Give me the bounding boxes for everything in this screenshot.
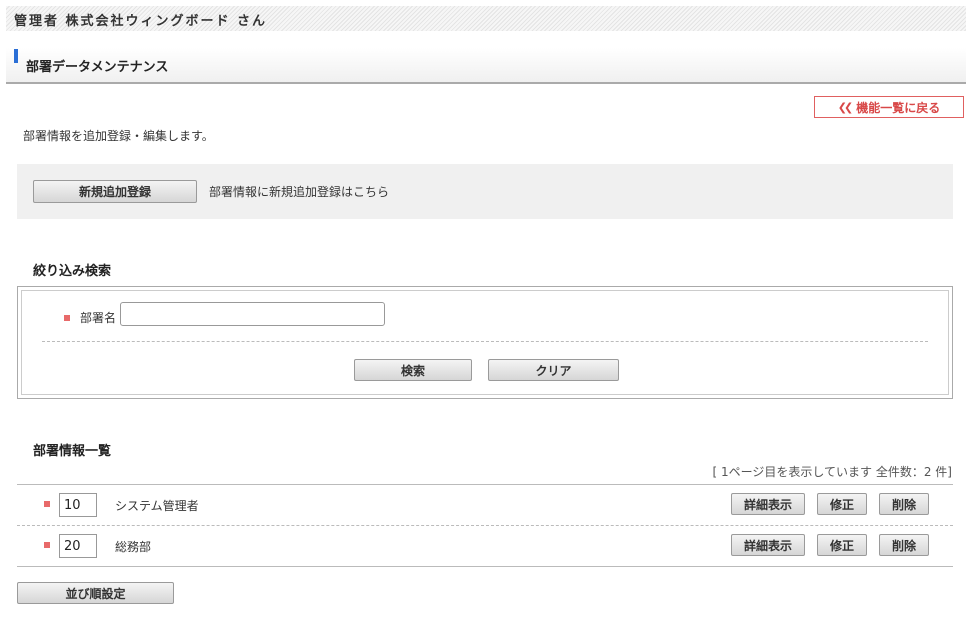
new-entry-button[interactable]: 新規追加登録 bbox=[33, 180, 197, 203]
list-section-title: 部署情報一覧 bbox=[33, 444, 112, 459]
list-bottom-border bbox=[17, 566, 953, 567]
result-count: [ 1ページ目を表示しています 全件数：2 件] bbox=[712, 465, 952, 479]
bullet-square-icon bbox=[44, 501, 50, 507]
dept-name-label: 部署名 bbox=[64, 309, 116, 326]
table-row: システム管理者 詳細表示 修正 削除 bbox=[17, 485, 953, 525]
admin-header-bar: 管理者 株式会社ウィングボード さん bbox=[6, 6, 966, 31]
search-divider bbox=[42, 341, 928, 342]
delete-button[interactable]: 削除 bbox=[879, 493, 929, 515]
detail-button[interactable]: 詳細表示 bbox=[731, 493, 805, 515]
edit-button[interactable]: 修正 bbox=[817, 534, 867, 556]
search-panel: 部署名 検索 クリア bbox=[17, 286, 953, 399]
sort-order-input[interactable] bbox=[59, 493, 97, 517]
title-accent-mark bbox=[14, 49, 18, 63]
search-button[interactable]: 検索 bbox=[354, 359, 472, 381]
edit-button[interactable]: 修正 bbox=[817, 493, 867, 515]
new-entry-note: 部署情報に新規追加登録はこちら bbox=[209, 185, 390, 199]
sort-order-button[interactable]: 並び順設定 bbox=[17, 582, 174, 604]
back-button-label: 機能一覧に戻る bbox=[856, 100, 941, 115]
search-section-title: 絞り込み検索 bbox=[33, 264, 112, 279]
dept-name: システム管理者 bbox=[115, 499, 199, 513]
new-entry-panel: 新規追加登録 部署情報に新規追加登録はこちら bbox=[17, 164, 953, 219]
sort-order-input[interactable] bbox=[59, 534, 97, 558]
dept-name-input[interactable] bbox=[120, 302, 385, 326]
admin-user-label: 管理者 株式会社ウィングボード さん bbox=[14, 14, 268, 29]
page-title: 部署データメンテナンス bbox=[26, 60, 169, 75]
detail-button[interactable]: 詳細表示 bbox=[731, 534, 805, 556]
clear-button[interactable]: クリア bbox=[488, 359, 619, 381]
delete-button[interactable]: 削除 bbox=[879, 534, 929, 556]
bullet-square-icon bbox=[44, 542, 50, 548]
back-to-menu-button[interactable]: ❮❮ 機能一覧に戻る bbox=[814, 96, 964, 118]
bullet-square-icon bbox=[64, 314, 70, 321]
dept-name: 総務部 bbox=[115, 540, 152, 554]
search-panel-inner: 部署名 検索 クリア bbox=[21, 290, 949, 395]
page-description: 部署情報を追加登録・編集します。 bbox=[23, 129, 214, 143]
page-title-bar: 部署データメンテナンス bbox=[6, 48, 966, 84]
dept-name-label-text: 部署名 bbox=[80, 311, 117, 325]
double-chevron-left-icon: ❮❮ bbox=[837, 100, 854, 114]
table-row: 総務部 詳細表示 修正 削除 bbox=[17, 526, 953, 566]
